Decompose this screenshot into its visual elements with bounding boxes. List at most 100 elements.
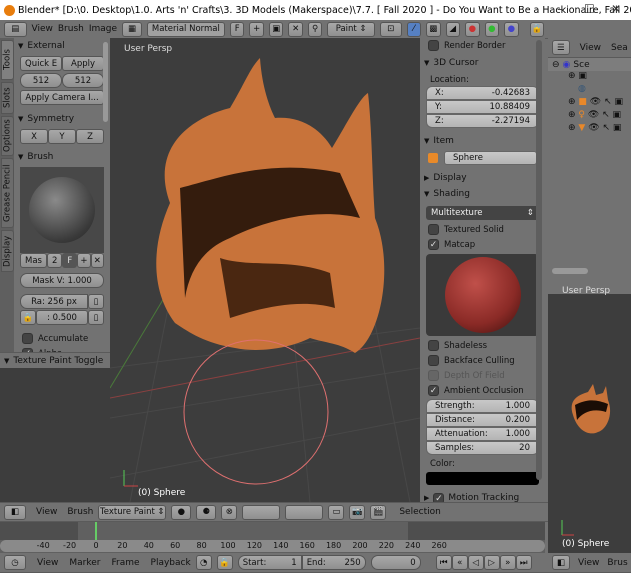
timeline-menu-view[interactable]: View xyxy=(37,558,58,568)
cursor-z-field[interactable]: Z: -2.27194 xyxy=(426,114,539,128)
symmetry-x-toggle[interactable]: X xyxy=(20,129,48,144)
menu-view[interactable]: View xyxy=(32,24,53,34)
brush-users[interactable]: 2 xyxy=(46,253,63,268)
strength-pressure-icon[interactable]: ▯ xyxy=(88,310,104,325)
fake-user-button[interactable]: F xyxy=(229,21,245,37)
tab-grease-pencil[interactable]: Grease Pencil xyxy=(1,158,14,228)
cursor-x-field[interactable]: X: -0.42683 xyxy=(426,86,539,100)
matcap-preview[interactable] xyxy=(426,254,539,336)
panel-shading-header[interactable]: ▼ Shading xyxy=(420,186,545,202)
ao-samples-field[interactable]: Samples: 20 xyxy=(426,441,539,455)
outliner-editor-type-button[interactable]: ☰ xyxy=(552,40,570,55)
lock-range-icon[interactable]: 🔒 xyxy=(216,555,233,570)
matcap-checkbox[interactable]: ✓ xyxy=(428,239,439,250)
render-opengl-icon[interactable]: 📷 xyxy=(349,504,366,520)
keying-icon[interactable]: ◔ xyxy=(195,555,212,570)
frame-ruler[interactable]: -40 -20 0 20 40 60 80 100 120 140 160 180 200 220 240 2… xyxy=(0,540,545,552)
panel-symmetry-header[interactable]: ▼ Symmetry xyxy=(14,111,110,127)
timeline-menu-playback[interactable]: Playback xyxy=(151,558,191,568)
pin-icon[interactable]: ⚲ xyxy=(307,21,323,37)
textured-solid-checkbox[interactable] xyxy=(428,224,439,235)
3d-editor-type-button[interactable]: ◧ xyxy=(4,504,26,520)
open-image-icon[interactable]: ▣ xyxy=(268,21,284,37)
lock-camera-icon[interactable]: ▭ xyxy=(328,504,345,520)
panel-external-header[interactable]: ▼ External xyxy=(14,38,110,54)
shadeless-checkbox[interactable] xyxy=(428,340,439,351)
radius-pressure-icon[interactable]: ▯ xyxy=(88,294,104,309)
current-frame-field[interactable]: 0 xyxy=(370,555,421,570)
3d-viewport[interactable]: User Persp (0) Sphere xyxy=(110,38,420,502)
play-icon[interactable]: ▷ xyxy=(483,555,500,570)
outliner-menu-search[interactable]: Sea xyxy=(611,43,628,53)
panel-display-header[interactable]: ▶ Display xyxy=(420,170,545,186)
brush-name-field[interactable]: Mas xyxy=(20,253,47,268)
strength-slider[interactable]: : 0.500 xyxy=(36,310,88,325)
ao-color-swatch[interactable] xyxy=(426,472,539,485)
pivot-select[interactable]: ⊡ xyxy=(379,21,402,37)
brush-fake-user[interactable]: F xyxy=(62,253,78,268)
tab-slots[interactable]: Slots xyxy=(1,82,14,114)
minimize-button[interactable]: – xyxy=(557,2,563,16)
tab-tools[interactable]: Tools xyxy=(1,40,14,80)
blue-channel-icon[interactable]: ● xyxy=(504,21,519,37)
outliner-menu-view[interactable]: View xyxy=(580,43,601,53)
object-name-field[interactable]: Sphere xyxy=(444,151,537,165)
outliner-row-renderlayers[interactable]: ⊕ ▣ xyxy=(548,71,631,84)
depth-of-field-checkbox[interactable] xyxy=(428,370,439,381)
pivot-point-select[interactable]: ⚈ xyxy=(196,504,217,520)
editor-type-button[interactable]: ▤ xyxy=(4,21,27,37)
end-frame-field[interactable]: End: 250 xyxy=(301,555,366,570)
panel-item-header[interactable]: ▼ Item xyxy=(420,133,545,149)
texture-paint-toggle-header[interactable]: ▼ Texture Paint Toggle xyxy=(0,352,110,368)
layers-group-1[interactable] xyxy=(242,504,281,520)
viewport-shading-select[interactable]: ● xyxy=(171,504,192,520)
size-y-field[interactable]: 512 xyxy=(62,73,104,88)
mask-value-slider[interactable]: Mask V: 1.000 xyxy=(20,273,104,288)
layers-group-2[interactable] xyxy=(285,504,324,520)
render-animation-icon[interactable]: 🎬 xyxy=(370,504,387,520)
image-name-field[interactable]: Material Normal xyxy=(146,21,225,37)
red-channel-icon[interactable]: ● xyxy=(465,21,480,37)
symmetry-z-toggle[interactable]: Z xyxy=(76,129,104,144)
jump-end-icon[interactable]: ⏭ xyxy=(515,555,532,570)
jump-start-icon[interactable]: ⏮ xyxy=(435,555,452,570)
jump-keyframe-forward-icon[interactable]: » xyxy=(499,555,516,570)
brush-preview[interactable] xyxy=(20,167,104,253)
view2-menu-view[interactable]: View xyxy=(578,558,599,568)
outliner-row-camera[interactable]: ⊕ ■ 👁 ↖ ▣ xyxy=(548,97,631,110)
outliner-row-lamp[interactable]: ⊕ ♀ 👁 ↖ ▣ xyxy=(548,110,631,123)
view2-menu-brush[interactable]: Brus xyxy=(607,558,627,568)
play-reverse-icon[interactable]: ◁ xyxy=(467,555,484,570)
unlink-brush-icon[interactable]: ✕ xyxy=(90,253,104,268)
panel-brush-header[interactable]: ▼ Brush xyxy=(14,149,110,165)
outliner-row-world[interactable]: ◍ xyxy=(548,84,631,97)
tab-display[interactable]: Display xyxy=(1,230,14,272)
shading-mode-select[interactable]: Multitexture ⇕ xyxy=(426,206,539,220)
outliner-row-sphere[interactable]: ⊕ ▼ 👁 ↖ ▣ xyxy=(548,123,631,136)
close-button[interactable]: ✕ xyxy=(611,2,621,16)
properties-scrollbar[interactable] xyxy=(536,40,542,480)
image-browse-button[interactable]: ▦ xyxy=(122,21,142,37)
outliner-scrollbar[interactable] xyxy=(552,268,588,274)
secondary-3d-viewport[interactable]: User Persp (0) Sphere xyxy=(548,280,631,553)
panel-3d-cursor-header[interactable]: ▼ 3D Cursor xyxy=(420,55,545,71)
apply-button[interactable]: Apply xyxy=(62,56,104,71)
green-channel-icon[interactable]: ● xyxy=(484,21,500,37)
menu-image[interactable]: Image xyxy=(89,24,117,34)
menu-brush[interactable]: Brush xyxy=(58,24,84,34)
render-border-checkbox[interactable] xyxy=(428,40,439,51)
zbuffer-icon[interactable]: ◢ xyxy=(445,21,461,37)
jump-keyframe-back-icon[interactable]: « xyxy=(451,555,468,570)
current-frame-marker[interactable] xyxy=(95,522,97,540)
outliner-scene-row[interactable]: ⊖ ◉ Sce xyxy=(548,58,631,71)
ambient-occlusion-checkbox[interactable]: ✓ xyxy=(428,385,439,396)
ao-attenuation-field[interactable]: Attenuation: 1.000 xyxy=(426,427,539,441)
unified-lock-icon[interactable]: 🔒 xyxy=(20,310,36,325)
3d-menu-view[interactable]: View xyxy=(36,507,57,517)
accumulate-checkbox[interactable] xyxy=(22,333,33,344)
symmetry-y-toggle[interactable]: Y xyxy=(48,129,76,144)
cursor-y-field[interactable]: Y: 10.88409 xyxy=(426,100,539,114)
mode-select[interactable]: Paint ⇕ xyxy=(327,21,375,37)
ao-strength-field[interactable]: Strength: 1.000 xyxy=(426,399,539,413)
draw-channel-icon[interactable]: ⁄ xyxy=(406,21,422,37)
